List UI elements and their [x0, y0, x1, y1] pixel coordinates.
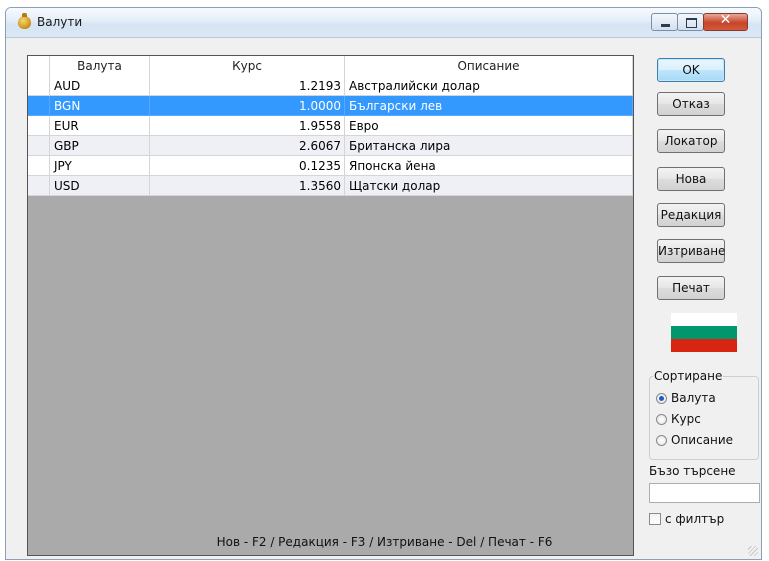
ok-button[interactable]: OK — [657, 58, 725, 82]
locator-button[interactable]: Локатор — [657, 129, 725, 153]
sort-option-currency[interactable]: Валута — [656, 390, 716, 406]
sort-option-label: Описание — [671, 433, 734, 447]
filter-checkbox[interactable]: с филтър — [649, 512, 724, 526]
delete-button[interactable]: Изтриване — [657, 239, 725, 263]
checkbox-icon — [649, 513, 661, 525]
table-row[interactable]: EUR 1.9558 Евро — [28, 116, 633, 136]
currency-code-cell[interactable]: USD — [50, 176, 150, 196]
table-row[interactable]: USD 1.3560 Щатски долар — [28, 176, 633, 196]
currency-code-cell[interactable]: JPY — [50, 156, 150, 176]
row-indicator[interactable] — [28, 156, 50, 176]
currency-code-cell[interactable]: GBP — [50, 136, 150, 156]
description-cell[interactable]: Щатски долар — [345, 176, 633, 196]
row-indicator[interactable] — [28, 76, 50, 96]
sort-option-rate[interactable]: Курс — [656, 411, 701, 427]
row-indicator[interactable] — [28, 96, 50, 116]
column-header-rate[interactable]: Курс — [150, 56, 345, 76]
resize-grip-icon[interactable] — [748, 546, 758, 556]
maximize-button[interactable] — [677, 13, 704, 31]
description-cell[interactable]: Австралийски долар — [345, 76, 633, 96]
row-indicator[interactable] — [28, 136, 50, 156]
flag-stripe-red — [671, 339, 737, 352]
bulgarian-flag-icon — [671, 313, 737, 352]
sort-option-label: Валута — [671, 391, 716, 405]
rate-cell[interactable]: 1.3560 — [150, 176, 345, 196]
radio-unchecked-icon — [656, 414, 667, 425]
close-button[interactable]: ✕ — [703, 12, 748, 31]
window-title: Валути — [37, 15, 83, 29]
sort-group-legend: Сортиране — [653, 369, 724, 383]
flag-stripe-white — [671, 313, 737, 326]
rate-cell[interactable]: 1.0000 — [150, 96, 345, 116]
table-row[interactable]: AUD 1.2193 Австралийски долар — [28, 76, 633, 96]
money-bag-icon — [18, 13, 31, 29]
rate-cell[interactable]: 0.1235 — [150, 156, 345, 176]
cancel-button[interactable]: Отказ — [657, 92, 725, 116]
currency-code-cell[interactable]: AUD — [50, 76, 150, 96]
rate-cell[interactable]: 2.6067 — [150, 136, 345, 156]
currency-code-cell[interactable]: EUR — [50, 116, 150, 136]
new-button[interactable]: Нова — [657, 167, 725, 191]
filter-checkbox-label: с филтър — [665, 512, 725, 526]
currency-code-cell[interactable]: BGN — [50, 96, 150, 116]
grid-header: Валута Курс Описание — [28, 56, 633, 77]
print-button[interactable]: Печат — [657, 276, 725, 300]
description-cell[interactable]: Британска лира — [345, 136, 633, 156]
quick-search-input[interactable] — [649, 483, 760, 503]
column-header-description[interactable]: Описание — [345, 56, 633, 76]
rate-cell[interactable]: 1.9558 — [150, 116, 345, 136]
flag-stripe-green — [671, 326, 737, 339]
description-cell[interactable]: Японска йена — [345, 156, 633, 176]
rate-cell[interactable]: 1.2193 — [150, 76, 345, 96]
edit-button[interactable]: Редакция — [657, 203, 725, 227]
description-cell[interactable]: Евро — [345, 116, 633, 136]
sort-option-description[interactable]: Описание — [656, 432, 733, 448]
minimize-button[interactable] — [651, 13, 678, 31]
description-cell[interactable]: Български лев — [345, 96, 633, 116]
table-row[interactable]: BGN 1.0000 Български лев — [28, 96, 633, 116]
currency-grid[interactable]: Валута Курс Описание AUD 1.2193 Австралийс… — [27, 55, 634, 556]
currencies-window: Валути ✕ Валута Курс Описание AUD 1.2193 А… — [5, 7, 762, 560]
close-icon: ✕ — [719, 12, 732, 28]
quick-search-label: Бъзо търсене — [649, 464, 736, 478]
sort-option-label: Курс — [671, 412, 701, 426]
keyboard-shortcuts-hint: Нов - F2 / Редакция - F3 / Изтриване - D… — [216, 535, 553, 549]
title-bar[interactable]: Валути ✕ — [6, 8, 761, 38]
row-indicator[interactable] — [28, 176, 50, 196]
row-indicator-header — [28, 56, 50, 76]
table-row[interactable]: GBP 2.6067 Британска лира — [28, 136, 633, 156]
radio-unchecked-icon — [656, 435, 667, 446]
radio-checked-icon — [656, 393, 667, 404]
column-header-currency[interactable]: Валута — [50, 56, 150, 76]
table-row[interactable]: JPY 0.1235 Японска йена — [28, 156, 633, 176]
row-indicator[interactable] — [28, 116, 50, 136]
